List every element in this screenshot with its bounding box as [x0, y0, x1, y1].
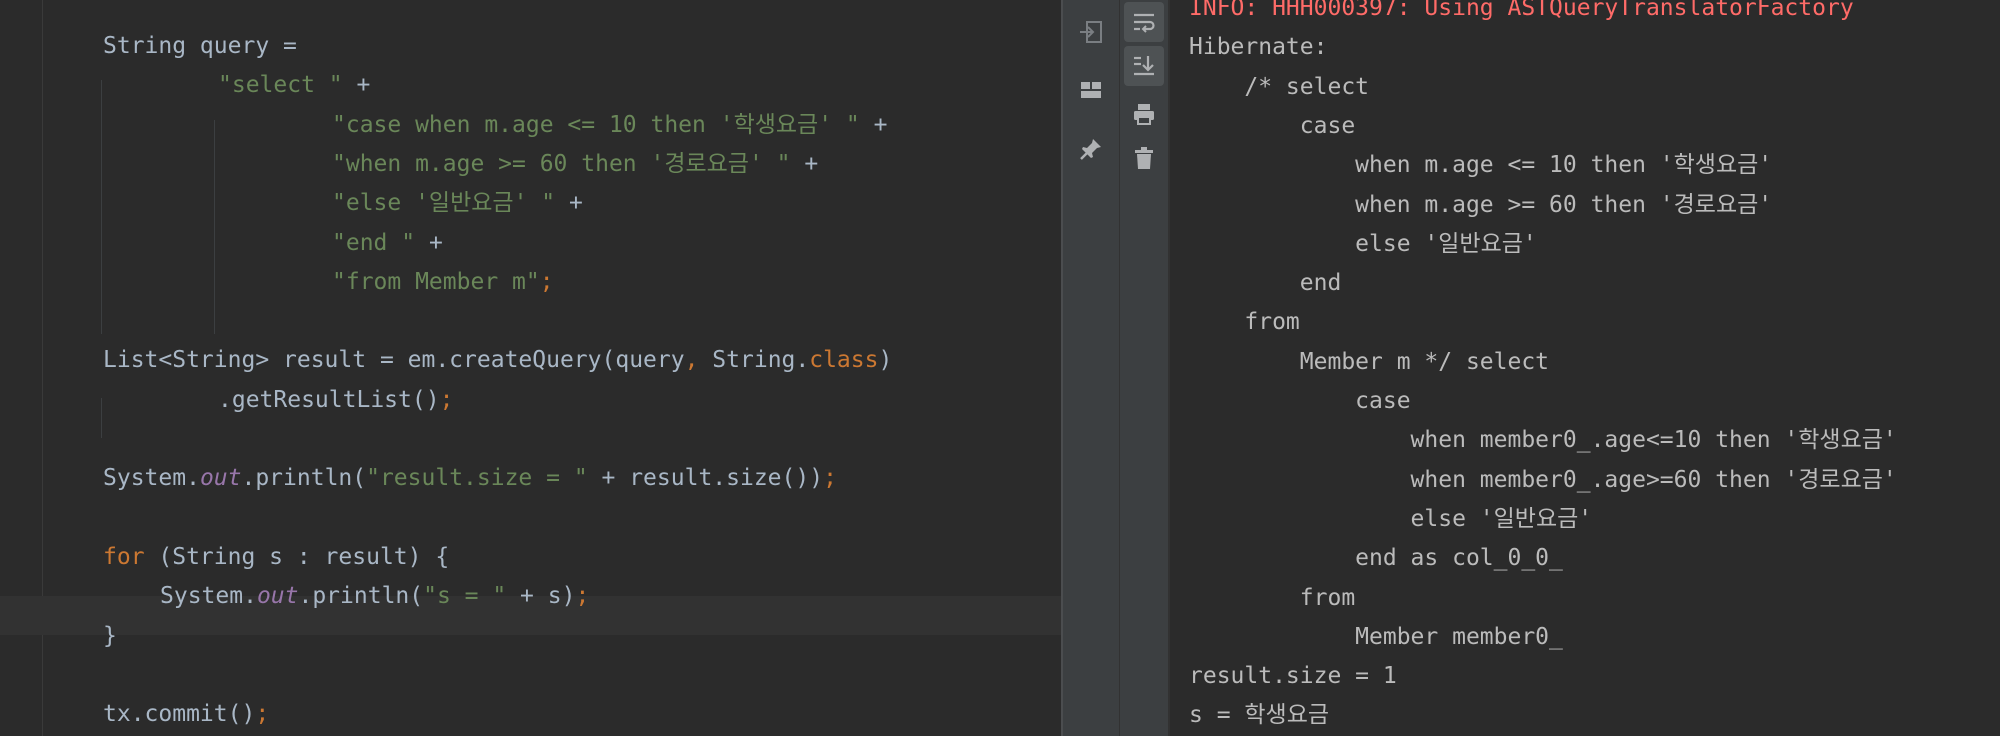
- code-token: (String s : result) {: [144, 544, 450, 570]
- code-token: .getResultList(): [218, 387, 440, 413]
- console-line: case: [1189, 388, 1411, 414]
- code-token: +: [415, 230, 443, 256]
- code-line[interactable]: "from Member m";: [332, 263, 554, 302]
- console-line: /* select: [1189, 74, 1370, 100]
- ide-window: String query = "select " + "case when m.ag…: [0, 0, 2000, 736]
- code-token: .println(: [298, 583, 424, 609]
- console-side-toolbar: [1120, 0, 1168, 736]
- console-line: when member0_.age>=60 then '경로요금': [1189, 467, 1897, 493]
- console-line: else '일반요금': [1189, 506, 1593, 532]
- console-line: Hibernate:: [1189, 34, 1328, 60]
- code-line[interactable]: "else '일반요금' " +: [332, 184, 583, 223]
- code-line[interactable]: List<String> result = em.createQuery(que…: [103, 341, 892, 380]
- code-line[interactable]: tx.commit();: [103, 695, 269, 734]
- code-token: "end ": [332, 230, 416, 256]
- code-token: ;: [539, 269, 554, 295]
- console-line: from: [1189, 309, 1300, 335]
- code-token: String.: [698, 347, 810, 373]
- code-token: +: [555, 190, 583, 216]
- console-line: else '일반요금': [1189, 231, 1537, 257]
- code-line[interactable]: }: [103, 617, 117, 656]
- code-token: tx.commit(): [103, 701, 256, 727]
- console-line: end as col_0_0_: [1189, 545, 1563, 571]
- code-token: for: [103, 544, 145, 570]
- code-token: out: [256, 583, 299, 609]
- console-line: s = 학생요금: [1189, 702, 1330, 728]
- code-token: "when m.age >= 60 then '경로요금' ": [332, 151, 791, 177]
- code-token: String query =: [103, 33, 297, 59]
- console-line: end: [1189, 270, 1342, 296]
- console-line: when m.age >= 60 then '경로요금': [1189, 192, 1773, 218]
- pin-icon[interactable]: [1071, 129, 1111, 169]
- code-token: class: [809, 347, 879, 373]
- code-token: List<String> result = em.createQuery(que…: [103, 347, 685, 373]
- code-token: "select ": [218, 72, 343, 98]
- console-line: from: [1189, 585, 1356, 611]
- console-output[interactable]: INFO: HHH000397: Using ASTQueryTranslato…: [1170, 0, 2000, 736]
- code-line[interactable]: "when m.age >= 60 then '경로요금' " +: [332, 145, 818, 184]
- code-token: +: [790, 151, 819, 177]
- code-editor[interactable]: String query = "select " + "case when m.ag…: [0, 0, 1061, 736]
- code-token: +: [342, 72, 371, 98]
- layout-icon[interactable]: [1071, 70, 1111, 110]
- console-line: Member member0_: [1189, 624, 1563, 650]
- code-token: ;: [439, 387, 454, 413]
- code-line[interactable]: "case when m.age <= 10 then '학생요금' " +: [332, 106, 887, 145]
- print-icon[interactable]: [1124, 94, 1164, 134]
- code-token: "s = ": [423, 583, 507, 609]
- code-token: ,: [684, 347, 699, 373]
- console-info-line: INFO: HHH000397: Using ASTQueryTranslato…: [1189, 0, 1854, 21]
- code-token: +: [859, 112, 888, 138]
- console-line: when member0_.age<=10 then '학생요금': [1189, 427, 1897, 453]
- code-line[interactable]: String query =: [103, 27, 297, 66]
- code-token: ;: [823, 465, 837, 491]
- code-line[interactable]: "end " +: [332, 224, 443, 263]
- code-token: ;: [255, 701, 270, 727]
- indent-guide: [101, 80, 102, 334]
- code-line[interactable]: System.out.println("s = " + s);: [160, 577, 589, 616]
- code-line[interactable]: System.out.println("result.size = " + re…: [103, 459, 837, 498]
- code-token: }: [103, 623, 117, 649]
- code-token: "else '일반요금' ": [332, 190, 556, 216]
- run-side-toolbar: [1063, 0, 1119, 736]
- indent-guide: [214, 120, 215, 334]
- code-line[interactable]: for (String s : result) {: [103, 538, 449, 577]
- code-token: ): [878, 347, 893, 373]
- trash-icon[interactable]: [1124, 138, 1164, 178]
- console-line: case: [1189, 113, 1356, 139]
- scroll-to-end-icon[interactable]: [1124, 46, 1164, 86]
- indent-guide: [101, 398, 102, 438]
- code-token: out: [199, 465, 242, 491]
- code-token: "result.size = ": [366, 465, 588, 491]
- code-token: "case when m.age <= 10 then '학생요금' ": [332, 112, 860, 138]
- code-token: + s): [506, 583, 576, 609]
- code-token: System.: [160, 583, 257, 609]
- login-icon[interactable]: [1071, 12, 1111, 52]
- console-line: when m.age <= 10 then '학생요금': [1189, 152, 1773, 178]
- console-line: Member m */ select: [1189, 349, 1550, 375]
- code-token: + result.size()): [587, 465, 824, 491]
- code-token: ;: [575, 583, 590, 609]
- code-token: "from Member m": [332, 269, 540, 295]
- soft-wrap-icon[interactable]: [1124, 2, 1164, 42]
- code-token: System.: [103, 465, 200, 491]
- code-token: .println(: [241, 465, 367, 491]
- console-line: result.size = 1: [1189, 663, 1397, 689]
- code-line[interactable]: .getResultList();: [218, 381, 453, 420]
- code-line[interactable]: "select " +: [218, 66, 370, 105]
